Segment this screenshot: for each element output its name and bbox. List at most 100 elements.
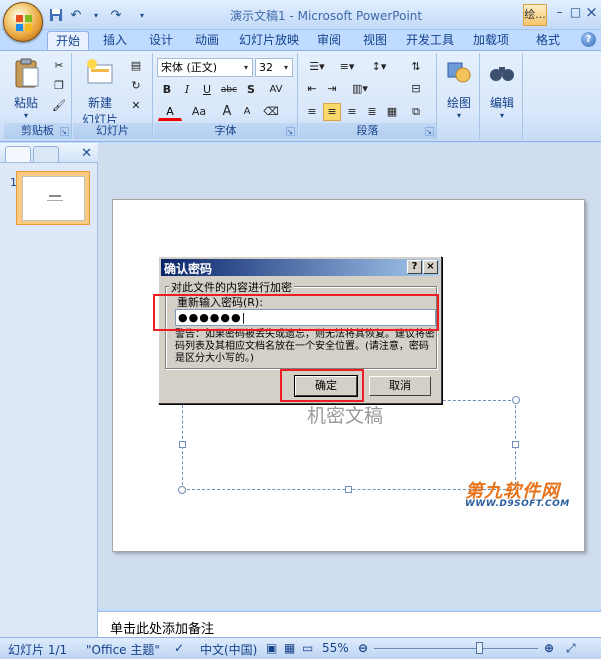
- distributed-icon[interactable]: ▦: [383, 103, 401, 121]
- cut-icon[interactable]: ✂: [50, 57, 68, 75]
- normal-view-icon[interactable]: ▣: [266, 641, 277, 655]
- highlight-ok-button: [280, 369, 364, 402]
- slides-pane: ✕ 1: [0, 143, 98, 637]
- italic-button[interactable]: I: [178, 81, 196, 99]
- notes-pane[interactable]: 单击此处添加备注: [98, 611, 601, 637]
- tab-developer[interactable]: 开发工具: [404, 31, 456, 50]
- tab-home[interactable]: 开始: [47, 31, 89, 50]
- resize-handle[interactable]: [512, 396, 520, 404]
- columns-icon[interactable]: ▥▾: [347, 80, 373, 98]
- bold-button[interactable]: B: [158, 81, 176, 99]
- char-spacing-button[interactable]: AV: [262, 81, 290, 99]
- tab-animations[interactable]: 动画: [189, 31, 225, 50]
- undo-dropdown-icon[interactable]: ▾: [88, 7, 104, 23]
- reset-icon[interactable]: ↻: [127, 77, 145, 95]
- title-bar: ↶ ▾ ↷ ▾ 演示文稿1 - Microsoft PowerPoint 绘..…: [0, 0, 601, 30]
- dialog-title: 确认密码: [164, 262, 213, 276]
- save-icon[interactable]: [48, 7, 64, 23]
- slide-thumbnail[interactable]: [16, 171, 90, 225]
- new-slide-label-1: 新建: [87, 96, 112, 110]
- slides-tab-icon[interactable]: [5, 146, 31, 162]
- smartart-icon[interactable]: ⧉: [407, 103, 425, 121]
- align-text-icon[interactable]: ⊟: [407, 80, 425, 98]
- minimize-button[interactable]: –: [551, 4, 568, 22]
- increase-indent-icon[interactable]: ⇥: [323, 80, 341, 98]
- spellcheck-icon[interactable]: ✓: [174, 641, 184, 655]
- resize-handle[interactable]: [178, 486, 186, 494]
- paste-button[interactable]: 粘贴 ▾: [8, 57, 44, 120]
- contextual-tab-drawing[interactable]: 绘...: [523, 4, 547, 26]
- dialog-close-button[interactable]: ×: [423, 260, 438, 274]
- slide-thumbnail-preview: [22, 176, 85, 221]
- change-case-button[interactable]: Aa: [186, 103, 212, 121]
- resize-handle[interactable]: [179, 441, 186, 448]
- cancel-button[interactable]: 取消: [369, 376, 431, 396]
- slide-count: 幻灯片 1/1: [8, 643, 68, 657]
- font-name-combo[interactable]: 宋体 (正文) ▾: [157, 58, 253, 77]
- editing-button[interactable]: 编辑 ▾: [484, 57, 520, 120]
- font-launcher-icon[interactable]: ↘: [286, 127, 295, 136]
- close-pane-icon[interactable]: ✕: [81, 146, 92, 161]
- clipboard-launcher-icon[interactable]: ↘: [60, 127, 69, 136]
- strikethrough-button[interactable]: abc: [218, 81, 240, 99]
- font-name-dropdown-icon[interactable]: ▾: [240, 59, 252, 76]
- paragraph-launcher-icon[interactable]: ↘: [425, 127, 434, 136]
- underline-button[interactable]: U: [198, 81, 216, 99]
- qat-customize-icon[interactable]: ▾: [134, 7, 150, 23]
- tab-addins[interactable]: 加载项: [470, 31, 512, 50]
- fit-to-window-icon[interactable]: ⤢: [566, 641, 576, 656]
- grow-font-button[interactable]: A: [218, 103, 236, 121]
- zoom-in-icon[interactable]: ⊕: [544, 641, 554, 655]
- align-left-icon[interactable]: ≡: [303, 103, 321, 121]
- dialog-help-button[interactable]: ?: [407, 260, 422, 274]
- font-size-combo[interactable]: 32 ▾: [255, 58, 293, 77]
- justify-icon[interactable]: ≣: [363, 103, 381, 121]
- new-slide-button[interactable]: 新建 幻灯片: [75, 57, 125, 128]
- text-direction-icon[interactable]: ⇅: [407, 58, 425, 76]
- clipboard-group: 粘贴 ▾ ✂ ❐ 🖌 剪贴板 ↘: [4, 53, 72, 139]
- tab-slideshow[interactable]: 幻灯片放映: [237, 31, 301, 50]
- align-center-icon[interactable]: ≡: [323, 103, 341, 121]
- slideshow-view-icon[interactable]: ▭: [302, 641, 313, 655]
- format-painter-icon[interactable]: 🖌: [50, 97, 68, 115]
- notes-placeholder: 单击此处添加备注: [110, 622, 215, 637]
- password-warning: 警告：如果密码被丢失或遗忘，则无法将其恢复。建议将密码列表及其相应文档名放在一个…: [175, 329, 435, 364]
- help-icon[interactable]: ?: [581, 32, 596, 47]
- slides-group-label: 幻灯片: [73, 123, 152, 139]
- copy-icon[interactable]: ❐: [50, 77, 68, 95]
- shrink-font-button[interactable]: A: [238, 103, 256, 121]
- clear-format-icon[interactable]: ⌫: [262, 103, 280, 121]
- zoom-slider[interactable]: [374, 642, 538, 654]
- tab-view[interactable]: 视图: [357, 31, 393, 50]
- decrease-indent-icon[interactable]: ⇤: [303, 80, 321, 98]
- zoom-level[interactable]: 55%: [322, 641, 349, 655]
- numbering-icon[interactable]: ≡▾: [333, 58, 361, 76]
- office-button[interactable]: [3, 2, 43, 42]
- undo-icon[interactable]: ↶: [68, 7, 84, 23]
- tab-design[interactable]: 设计: [143, 31, 179, 50]
- maximize-button[interactable]: □: [567, 4, 584, 22]
- drawing-button[interactable]: 绘图 ▾: [441, 57, 477, 120]
- editing-dropdown-icon: ▾: [499, 111, 504, 120]
- line-spacing-icon[interactable]: ↕▾: [365, 58, 393, 76]
- slides-group: 新建 幻灯片 ▤ ↻ ✕ 幻灯片: [73, 53, 153, 139]
- resize-handle[interactable]: [512, 441, 519, 448]
- redo-icon[interactable]: ↷: [108, 7, 124, 23]
- bullets-icon[interactable]: ☰▾: [303, 58, 331, 76]
- zoom-out-icon[interactable]: ⊖: [358, 641, 368, 655]
- layout-icon[interactable]: ▤: [127, 57, 145, 75]
- tab-review[interactable]: 审阅: [311, 31, 347, 50]
- delete-slide-icon[interactable]: ✕: [127, 97, 145, 115]
- close-button[interactable]: ×: [583, 4, 600, 22]
- tab-format[interactable]: 格式: [530, 31, 566, 50]
- resize-handle[interactable]: [345, 486, 352, 493]
- paste-icon: [15, 58, 39, 88]
- shadow-button[interactable]: S: [242, 81, 260, 99]
- align-right-icon[interactable]: ≡: [343, 103, 361, 121]
- font-size-dropdown-icon[interactable]: ▾: [280, 59, 292, 76]
- slide-sorter-icon[interactable]: ▦: [284, 641, 295, 655]
- zoom-slider-thumb[interactable]: [476, 642, 483, 654]
- tab-insert[interactable]: 插入: [97, 31, 133, 50]
- font-color-button[interactable]: A: [158, 103, 182, 121]
- outline-tab-icon[interactable]: [33, 146, 59, 162]
